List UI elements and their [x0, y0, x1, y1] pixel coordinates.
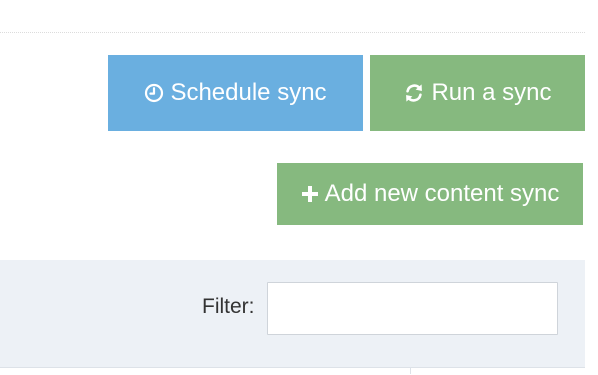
schedule-sync-button[interactable]: Schedule sync: [108, 55, 363, 131]
filter-label: Filter:: [202, 295, 255, 318]
add-content-sync-button[interactable]: Add new content sync: [277, 163, 583, 225]
add-content-sync-label: Add new content sync: [324, 180, 560, 207]
refresh-icon: [403, 82, 425, 104]
header-divider: [0, 32, 585, 33]
clock-icon: [144, 83, 164, 103]
schedule-sync-label: Schedule sync: [170, 79, 327, 106]
run-sync-button[interactable]: Run a sync: [370, 55, 585, 131]
filter-input[interactable]: [267, 282, 558, 335]
table-column-divider: [410, 367, 411, 374]
run-sync-label: Run a sync: [431, 79, 552, 106]
plus-icon: [301, 185, 319, 203]
